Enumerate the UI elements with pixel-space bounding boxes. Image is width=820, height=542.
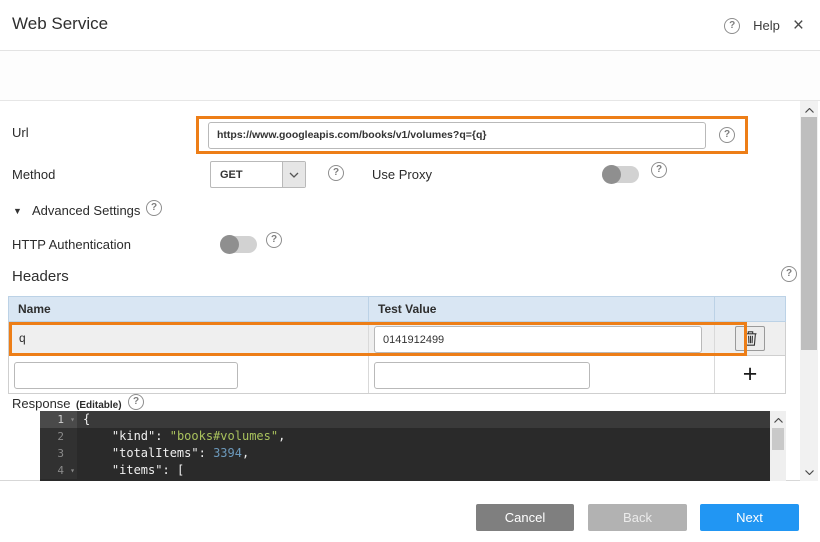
- column-header-test-value: Test Value: [369, 297, 715, 321]
- editor-scrollbar[interactable]: [770, 411, 786, 481]
- code-line: 4▾ "items": [: [40, 462, 770, 479]
- dialog-header: Web Service ? Help ×: [0, 0, 820, 51]
- new-name-cell: [9, 356, 369, 393]
- delete-row-button[interactable]: [735, 326, 765, 351]
- headers-table: Name Test Value q: [8, 296, 786, 394]
- headers-section-title: Headers: [12, 268, 69, 285]
- method-selected-value: GET: [211, 169, 282, 181]
- collapse-triangle-icon[interactable]: ▼: [13, 206, 22, 216]
- method-select[interactable]: GET: [210, 161, 306, 188]
- page-scrollbar-thumb[interactable]: [801, 117, 817, 350]
- line-number: 4: [57, 464, 64, 477]
- new-value-cell: [369, 356, 715, 393]
- url-help-icon[interactable]: ?: [719, 127, 735, 143]
- web-service-dialog: Web Service ? Help × 1 2 Import WebServi…: [0, 0, 820, 542]
- http-auth-help-icon[interactable]: ?: [266, 232, 282, 248]
- line-number: 1: [57, 413, 64, 426]
- fold-icon[interactable]: ▾: [70, 462, 75, 479]
- response-label: Response: [12, 396, 71, 411]
- dialog-body: Url ? Method GET ? Use Proxy ? ▼ Advance…: [0, 101, 800, 481]
- wizard-stepper: 1 2 Import WebService Configure WebServi…: [0, 51, 820, 101]
- scroll-down-icon[interactable]: [800, 465, 818, 479]
- add-row-button[interactable]: +: [743, 362, 758, 387]
- toggle-knob: [220, 235, 239, 254]
- use-proxy-label: Use Proxy: [372, 167, 432, 182]
- new-header-name-input[interactable]: [14, 362, 238, 389]
- test-value-input[interactable]: [374, 326, 702, 353]
- column-header-name: Name: [9, 297, 369, 321]
- response-editable-label: (Editable): [76, 400, 122, 411]
- line-number: 3: [57, 447, 64, 460]
- code-line: 1▾ {: [40, 411, 770, 428]
- close-icon[interactable]: ×: [793, 16, 804, 35]
- http-auth-label: HTTP Authentication: [12, 237, 131, 252]
- http-auth-toggle[interactable]: [220, 236, 257, 253]
- dialog-footer: Cancel Back Next: [0, 481, 820, 542]
- url-label: Url: [12, 125, 29, 140]
- help-link[interactable]: Help: [753, 18, 780, 33]
- column-header-actions: [715, 297, 785, 321]
- page-scrollbar[interactable]: [800, 101, 818, 481]
- scroll-up-icon[interactable]: [770, 413, 786, 427]
- use-proxy-toggle[interactable]: [602, 166, 639, 183]
- new-row-actions-cell: +: [715, 356, 785, 393]
- use-proxy-help-icon[interactable]: ?: [651, 162, 667, 178]
- response-code-editor[interactable]: 1▾ { 2 "kind": "books#volumes", 3 "total…: [40, 411, 770, 481]
- code-line: 2 "kind": "books#volumes",: [40, 428, 770, 445]
- editor-scrollbar-thumb[interactable]: [772, 428, 784, 450]
- toggle-knob: [602, 165, 621, 184]
- header-value-cell: [369, 322, 715, 355]
- headers-help-icon[interactable]: ?: [781, 266, 797, 282]
- method-help-icon[interactable]: ?: [328, 165, 344, 181]
- header-name-cell[interactable]: q: [9, 322, 369, 355]
- trash-icon: [744, 331, 757, 346]
- row-actions-cell: [715, 322, 785, 355]
- advanced-settings-label[interactable]: Advanced Settings: [32, 203, 140, 218]
- url-highlight-box: ?: [196, 116, 748, 154]
- table-header-row: Name Test Value: [8, 296, 786, 322]
- new-row: +: [8, 356, 786, 394]
- header-actions: ? Help ×: [724, 0, 804, 51]
- table-row: q: [8, 322, 786, 356]
- method-label: Method: [12, 167, 55, 182]
- advanced-settings-help-icon[interactable]: ?: [146, 200, 162, 216]
- response-help-icon[interactable]: ?: [128, 394, 144, 410]
- next-button[interactable]: Next: [700, 504, 799, 531]
- cancel-button[interactable]: Cancel: [476, 504, 574, 531]
- back-button[interactable]: Back: [588, 504, 687, 531]
- scroll-up-icon[interactable]: [800, 103, 818, 117]
- new-header-value-input[interactable]: [374, 362, 590, 389]
- code-line: 3 "totalItems": 3394,: [40, 445, 770, 462]
- line-number: 2: [57, 430, 64, 443]
- url-input[interactable]: [208, 122, 706, 149]
- help-icon[interactable]: ?: [724, 18, 740, 34]
- page-title: Web Service: [12, 14, 108, 34]
- fold-icon[interactable]: ▾: [70, 411, 75, 428]
- chevron-down-icon: [282, 162, 305, 187]
